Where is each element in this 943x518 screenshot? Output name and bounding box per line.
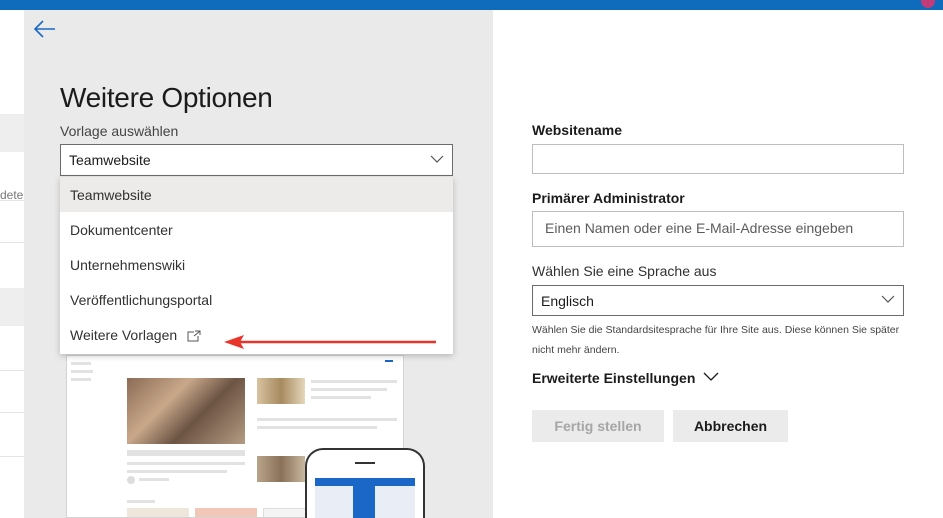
template-select[interactable]: Teamwebsite	[60, 144, 453, 176]
preview-avatar	[127, 476, 135, 484]
preview-line	[71, 362, 91, 365]
avatar[interactable]	[921, 0, 935, 8]
background-divider	[0, 456, 24, 457]
preview-accent	[385, 360, 393, 362]
template-option-dokumentcenter[interactable]: Dokumentcenter	[60, 212, 453, 247]
preview-thumb	[257, 456, 305, 482]
background-page: dete	[0, 10, 24, 518]
preview-line	[71, 370, 93, 373]
option-label: Dokumentcenter	[70, 222, 173, 238]
phone-content-block	[353, 486, 375, 518]
preview-thumb	[257, 378, 305, 404]
advanced-settings-toggle[interactable]: Erweiterte Einstellungen	[532, 370, 719, 386]
top-app-bar	[0, 0, 943, 10]
advanced-settings-label: Erweiterte Einstellungen	[532, 370, 696, 386]
chevron-down-icon	[430, 155, 444, 163]
background-band	[0, 288, 24, 326]
option-label: Teamwebsite	[70, 187, 152, 203]
template-dropdown: Teamwebsite Dokumentcenter Unternehmensw…	[60, 177, 453, 354]
template-label: Vorlage auswählen	[60, 123, 179, 139]
option-label: Veröffentlichungsportal	[70, 292, 213, 308]
page-title: Weitere Optionen	[60, 82, 273, 113]
template-option-teamwebsite[interactable]: Teamwebsite	[60, 177, 453, 212]
admin-label: Primärer Administrator	[532, 190, 685, 206]
cancel-button[interactable]: Abbrechen	[673, 410, 788, 442]
preview-line	[127, 462, 245, 465]
chevron-down-icon	[881, 295, 895, 303]
finish-button[interactable]: Fertig stellen	[532, 410, 664, 442]
option-label: Weitere Vorlagen	[70, 327, 178, 343]
site-name-label: Websitename	[532, 122, 622, 138]
phone-speaker	[355, 462, 375, 464]
language-select-value: Englisch	[541, 293, 594, 309]
background-text: dete	[0, 188, 24, 202]
template-select-value: Teamwebsite	[69, 152, 151, 168]
preview-line	[311, 388, 387, 391]
more-options-panel: Weitere Optionen Vorlage auswählen Teamw…	[24, 10, 493, 518]
preview-line	[127, 500, 155, 503]
template-option-unternehmenswiki[interactable]: Unternehmenswiki	[60, 247, 453, 282]
background-divider	[0, 242, 24, 243]
template-option-veroeffentlichungsportal[interactable]: Veröffentlichungsportal	[60, 282, 453, 317]
background-divider	[0, 412, 24, 413]
preview-line	[71, 378, 91, 381]
preview-line	[311, 396, 371, 399]
phone-status-bar	[315, 478, 415, 486]
external-link-icon	[187, 330, 201, 342]
background-divider	[0, 370, 24, 371]
language-select[interactable]: Englisch	[532, 285, 904, 316]
back-arrow-icon	[34, 20, 55, 38]
phone-screen	[315, 478, 415, 518]
language-label: Wählen Sie eine Sprache aus	[532, 263, 717, 279]
background-band	[0, 114, 24, 152]
phone-preview	[305, 448, 425, 518]
preview-photo	[127, 378, 245, 444]
preview-line	[257, 418, 397, 421]
preview-tile	[195, 508, 257, 517]
preview-line	[257, 426, 377, 429]
preview-line	[127, 470, 227, 473]
preview-line	[311, 380, 397, 383]
admin-input[interactable]: Einen Namen oder eine E-Mail-Adresse ein…	[532, 211, 904, 247]
chevron-down-icon	[703, 372, 719, 381]
admin-placeholder: Einen Namen oder eine E-Mail-Adresse ein…	[545, 220, 854, 236]
preview-line	[139, 478, 169, 481]
annotation-arrow-icon	[224, 335, 436, 349]
preview-tile	[127, 508, 189, 517]
language-help-text: Wählen Sie die Standardsitesprache für I…	[532, 324, 900, 356]
site-name-input[interactable]	[532, 144, 904, 174]
preview-line	[127, 450, 245, 456]
back-button[interactable]	[32, 16, 58, 42]
option-label: Unternehmenswiki	[70, 257, 186, 273]
